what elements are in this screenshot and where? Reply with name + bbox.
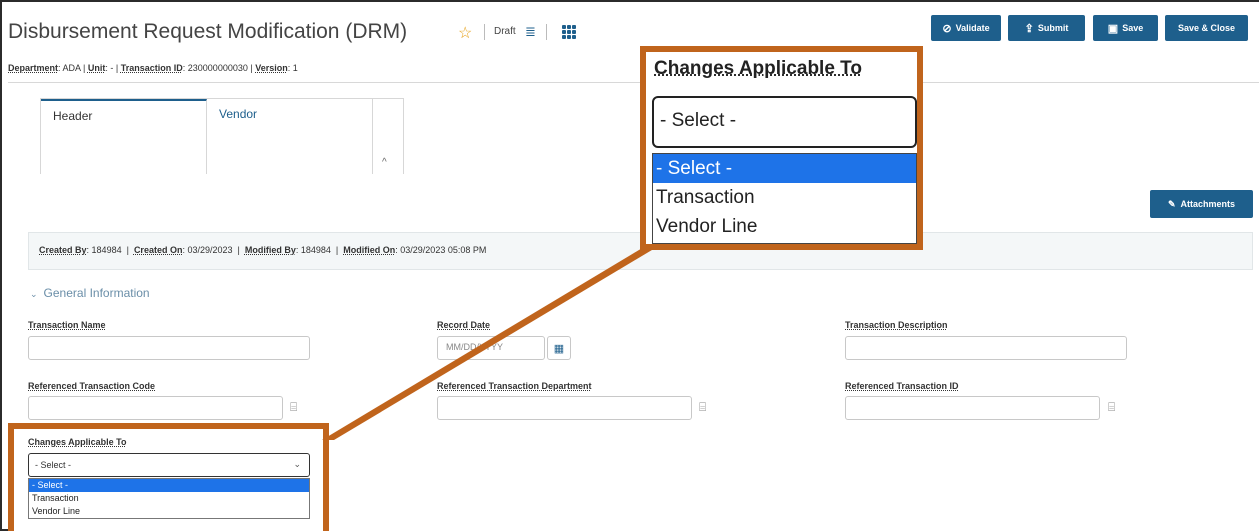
general-information-toggle[interactable]: ⌄ General Information [30, 286, 150, 300]
zoomed-select: - Select - [652, 96, 917, 148]
submit-icon: ⇪ [1024, 22, 1034, 35]
validate-button[interactable]: ⊘ Validate [931, 15, 1001, 41]
zoomed-callout: Changes Applicable To - Select - - Selec… [640, 46, 923, 250]
ref-transaction-code-label: Referenced Transaction Code [28, 381, 156, 391]
ref-transaction-department-input[interactable] [437, 396, 692, 420]
favorite-star-icon[interactable]: ☆ [458, 23, 472, 43]
save-close-button[interactable]: Save & Close [1165, 15, 1248, 41]
ref-transaction-id-input[interactable] [845, 396, 1100, 420]
ref-transaction-id-label: Referenced Transaction ID [845, 381, 959, 391]
divider [484, 24, 485, 40]
submit-button[interactable]: ⇪ Submit [1008, 15, 1085, 41]
divider [8, 82, 1259, 83]
transaction-name-input[interactable] [28, 336, 310, 360]
zoomed-label: Changes Applicable To [654, 58, 862, 79]
transaction-description-input[interactable] [845, 336, 1127, 360]
tab-vendor[interactable]: Vendor [207, 99, 373, 175]
collapse-tabs-button[interactable]: ^ [372, 98, 404, 174]
zoomed-dropdown: - Select - Transaction Vendor Line [652, 153, 917, 244]
status-badge: Draft [494, 26, 516, 37]
chevron-down-icon: ⌄ [30, 289, 38, 299]
zoomed-option: - Select - [653, 154, 916, 183]
transaction-meta: Department: ADA | Unit: - | Transaction … [8, 63, 298, 73]
check-circle-icon: ⊘ [942, 22, 952, 35]
tab-header[interactable]: Header [41, 99, 207, 175]
paperclip-icon: ✎ [1167, 198, 1176, 209]
transaction-name-label: Transaction Name [28, 320, 106, 330]
page-title: Disbursement Request Modification (DRM) [8, 20, 408, 43]
calendar-icon[interactable]: ▦ [547, 336, 571, 360]
tab-bar: Header Vendor [40, 98, 373, 175]
ref-transaction-department-label: Referenced Transaction Department [437, 381, 592, 391]
divider [546, 24, 547, 40]
save-button[interactable]: ▣ Save [1093, 15, 1158, 41]
zoomed-option: Vendor Line [656, 216, 758, 237]
attachments-button[interactable]: ✎ Attachments [1150, 190, 1253, 218]
callout-highlight-box [8, 423, 329, 531]
transaction-description-label: Transaction Description [845, 320, 948, 330]
ref-transaction-code-input[interactable] [28, 396, 283, 420]
record-date-label: Record Date [437, 320, 491, 330]
lookup-icon[interactable]: ⌸ [699, 400, 706, 415]
document-icon[interactable]: ≣ [525, 24, 536, 40]
chevron-up-icon: ^ [382, 157, 387, 168]
zoomed-option: Transaction [656, 187, 755, 208]
floppy-disk-icon: ▣ [1107, 22, 1119, 35]
lookup-icon[interactable]: ⌸ [1108, 400, 1115, 415]
lookup-icon[interactable]: ⌸ [290, 400, 297, 415]
app-grid-icon[interactable] [562, 25, 576, 39]
record-date-input[interactable]: MM/DD/YYYY [437, 336, 545, 360]
